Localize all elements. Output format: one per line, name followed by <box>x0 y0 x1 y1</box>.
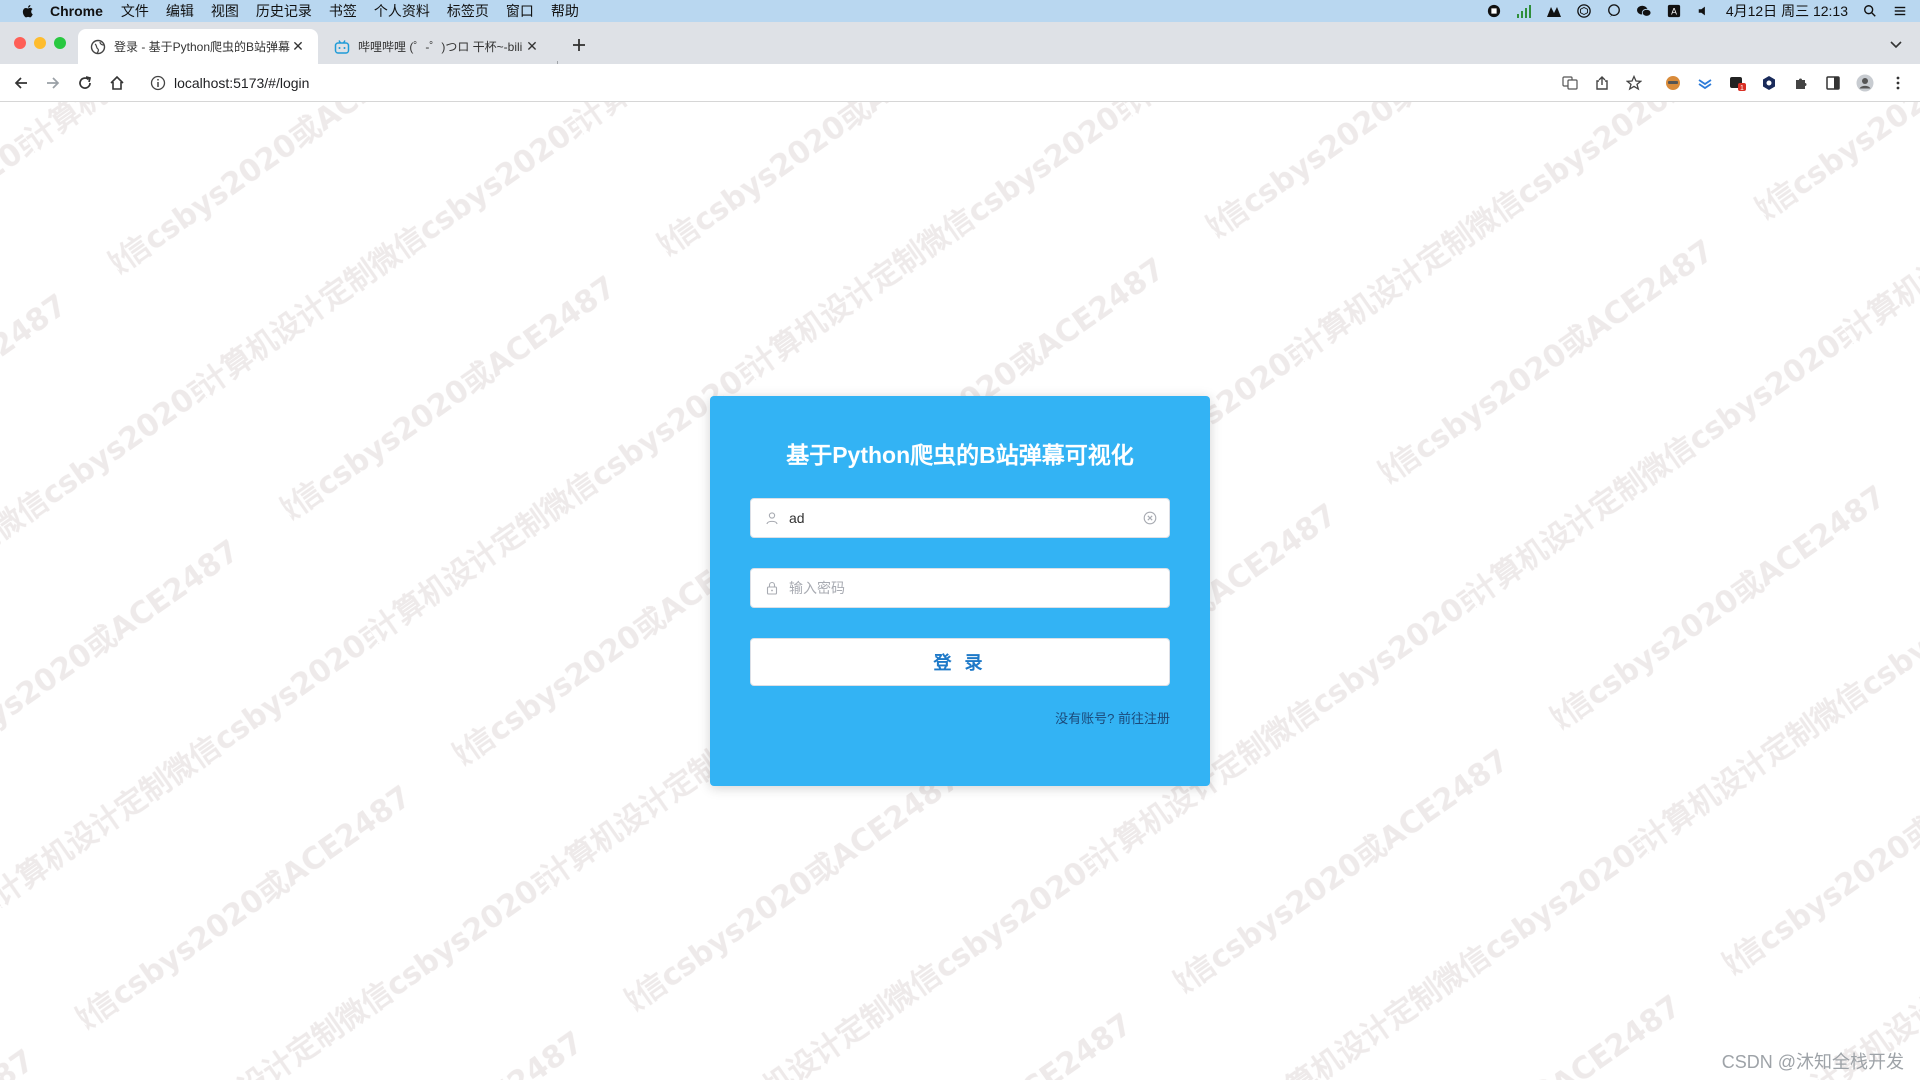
menu-file[interactable]: 文件 <box>121 1 149 21</box>
macos-menubar: Chrome 文件 编辑 视图 历史记录 书签 个人资料 标签页 窗口 帮助 A… <box>0 0 1920 22</box>
extension-badge-button[interactable]: 1 <box>1728 73 1748 93</box>
tab-title: 登录 - 基于Python爬虫的B站弹幕 <box>114 40 290 54</box>
extension-layers-button[interactable] <box>1695 73 1715 93</box>
menu-tab[interactable]: 标签页 <box>447 1 489 21</box>
password-field[interactable] <box>750 568 1170 608</box>
layers-icon <box>1698 79 1712 90</box>
lock-icon <box>766 581 778 595</box>
menu-view[interactable]: 视图 <box>211 1 239 21</box>
home-button[interactable] <box>107 73 127 93</box>
url-text[interactable]: localhost:5173/#/login <box>174 75 309 91</box>
volume-icon[interactable] <box>1696 4 1712 18</box>
menu-window[interactable]: 窗口 <box>506 1 534 21</box>
home-icon <box>110 75 124 90</box>
tab-bilibili[interactable]: 哔哩哔哩 (゜-゜)つロ 干杯~-bili ✕ <box>322 29 552 64</box>
bookmark-button[interactable] <box>1624 73 1644 93</box>
mountain-icon[interactable] <box>1546 4 1562 18</box>
zoom-window-button[interactable] <box>54 37 66 49</box>
bilibili-icon <box>334 39 350 54</box>
menu-help[interactable]: 帮助 <box>551 1 579 21</box>
browser-tab-strip: 登录 - 基于Python爬虫的B站弹幕 ✕ 哔哩哔哩 (゜-゜)つロ 干杯~-… <box>0 22 1920 79</box>
reload-icon <box>79 76 92 89</box>
address-bar[interactable]: localhost:5173/#/login <box>140 69 1770 97</box>
side-panel-icon <box>1826 76 1840 90</box>
username-input[interactable] <box>789 499 1143 537</box>
minimize-window-button[interactable] <box>34 37 46 49</box>
spotlight-search-icon[interactable] <box>1862 4 1878 18</box>
close-tab-icon[interactable]: ✕ <box>290 38 306 55</box>
extensions-button[interactable] <box>1791 73 1811 93</box>
username-field[interactable] <box>750 498 1170 538</box>
kebab-menu-icon <box>1896 76 1900 90</box>
wechat-icon[interactable] <box>1636 4 1652 18</box>
share-button[interactable] <box>1592 73 1612 93</box>
page-viewport: 计算机设计定制微信csbys2020或ACE2487 计算机设计定制微信csby… <box>0 102 1920 1080</box>
menu-bookmarks[interactable]: 书签 <box>329 1 357 21</box>
input-method-icon[interactable]: A <box>1666 4 1682 18</box>
translate-button[interactable] <box>1560 73 1580 93</box>
svg-text:1: 1 <box>1740 85 1744 92</box>
apple-icon[interactable] <box>20 3 36 19</box>
tab-title: 哔哩哔哩 (゜-゜)つロ 干杯~-bili <box>358 40 523 54</box>
side-panel-button[interactable] <box>1823 73 1843 93</box>
star-icon <box>1626 75 1642 91</box>
extension-hex-button[interactable] <box>1759 73 1779 93</box>
forward-button[interactable] <box>43 73 63 93</box>
plus-icon <box>573 39 585 51</box>
signal-icon[interactable] <box>1516 4 1532 18</box>
login-card: 基于Python爬虫的B站弹幕可视化 登 录 没有账号? 前往注册 <box>710 396 1210 786</box>
face-extension-icon <box>1666 76 1680 90</box>
tab-search-chevron-icon[interactable] <box>1888 36 1904 52</box>
clear-circle-icon[interactable] <box>1143 511 1157 525</box>
profile-button[interactable] <box>1855 73 1875 93</box>
globe-icon <box>90 39 106 54</box>
svg-text:A: A <box>1671 7 1677 17</box>
control-center-icon[interactable] <box>1892 4 1908 18</box>
avatar-icon <box>1856 74 1874 92</box>
translate-icon <box>1562 76 1578 90</box>
reload-button[interactable] <box>75 73 95 93</box>
login-button[interactable]: 登 录 <box>750 638 1170 686</box>
tab-login[interactable]: 登录 - 基于Python爬虫的B站弹幕 ✕ <box>78 29 318 64</box>
new-tab-button[interactable] <box>568 34 590 56</box>
close-tab-icon[interactable]: ✕ <box>524 38 540 55</box>
record-icon[interactable] <box>1486 4 1502 18</box>
csdn-credit: CSDN @沐知全栈开发 <box>1721 1052 1904 1072</box>
password-input[interactable] <box>789 569 1169 607</box>
user-icon <box>766 512 778 525</box>
badge-extension-icon: 1 <box>1730 77 1746 92</box>
chrome-menu-button[interactable] <box>1888 73 1908 93</box>
menubar-clock[interactable]: 4月12日 周三 12:13 <box>1726 1 1848 21</box>
extension-face-button[interactable] <box>1663 73 1683 93</box>
menu-edit[interactable]: 编辑 <box>166 1 194 21</box>
menu-history[interactable]: 历史记录 <box>256 1 312 21</box>
login-title: 基于Python爬虫的B站弹幕可视化 <box>786 442 1134 468</box>
close-window-button[interactable] <box>14 37 26 49</box>
menubar-tray: A 4月12日 周三 12:13 <box>1486 0 1908 22</box>
register-link[interactable]: 没有账号? 前往注册 <box>1055 708 1170 727</box>
back-button[interactable] <box>11 73 31 93</box>
chat-bubble-icon[interactable] <box>1606 4 1622 18</box>
hexagon-icon <box>1763 76 1775 90</box>
arrow-right-icon <box>47 77 60 89</box>
info-icon[interactable] <box>150 75 166 91</box>
arrow-left-icon <box>14 77 27 89</box>
share-icon <box>1596 76 1608 90</box>
menu-profile[interactable]: 个人资料 <box>374 1 430 21</box>
window-controls <box>14 37 66 49</box>
menubar-app-name[interactable]: Chrome <box>50 3 103 19</box>
puzzle-icon <box>1796 78 1807 89</box>
cube-icon[interactable] <box>1576 4 1592 18</box>
browser-toolbar: localhost:5173/#/login 1 <box>0 64 1920 102</box>
